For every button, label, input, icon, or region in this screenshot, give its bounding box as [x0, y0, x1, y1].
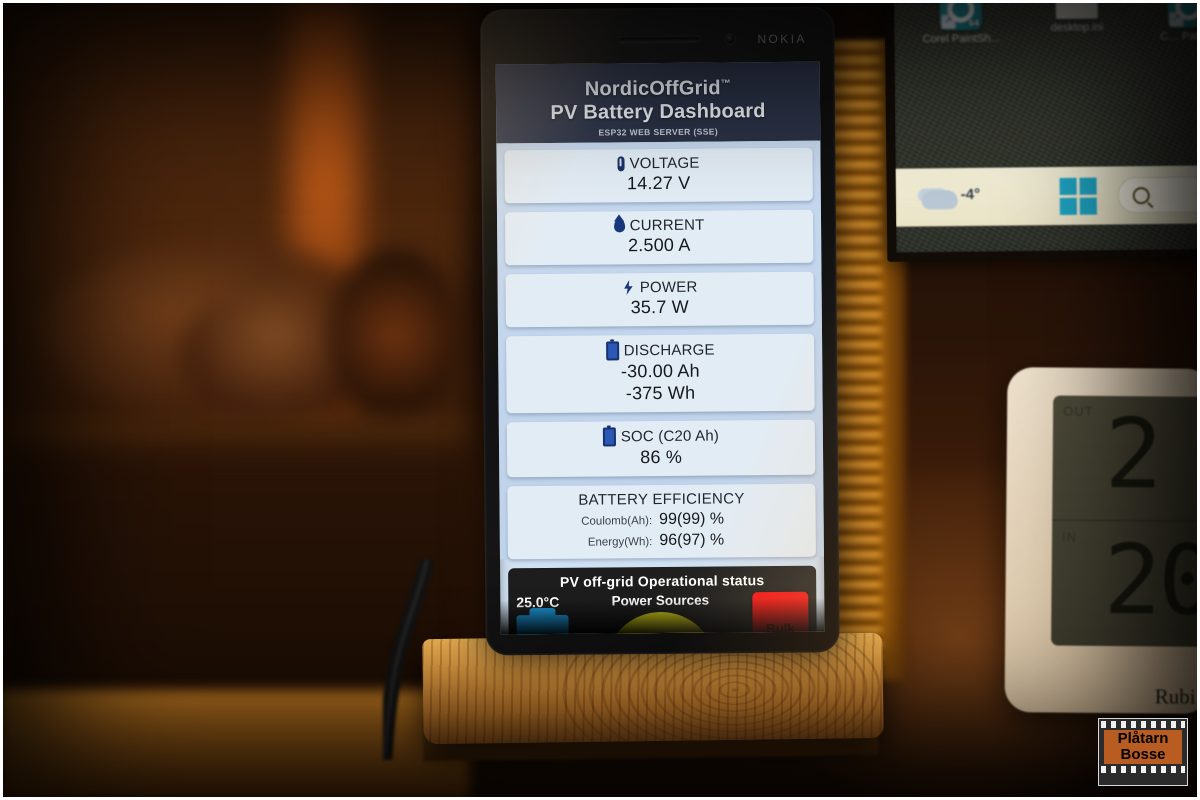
metric-card-voltage[interactable]: VOLTAGE 14.27 V [504, 147, 813, 204]
efficiency-title: BATTERY EFFICIENCY [578, 489, 745, 509]
corel-paintshop-icon: ↗ [1167, 0, 1200, 28]
watermark-line1: Plåtarn [1117, 730, 1169, 747]
thermometer-outdoor-row: OUT 2 [1052, 396, 1200, 521]
metric-label: CURRENT [629, 216, 705, 234]
metric-label: POWER [639, 278, 698, 296]
dashboard-body: VOLTAGE 14.27 V CURRENT 2.500 A POWER 35… [496, 140, 824, 560]
corel-paintshop-icon: ↗ 64 [939, 0, 982, 31]
metric-card-power[interactable]: POWER 35.7 W [505, 271, 814, 328]
desktop-icon-corel-paintshop[interactable]: ↗ 64 Corel PaintSh... [918, 0, 1005, 45]
shortcut-arrow-icon: ↗ [1168, 11, 1184, 27]
metric-card-title: CURRENT [513, 215, 805, 235]
battery-icon [605, 341, 619, 361]
metric-card-current[interactable]: CURRENT 2.500 A [504, 209, 814, 266]
trademark-symbol: ™ [720, 78, 731, 90]
metric-card-discharge[interactable]: DISCHARGE -30.00 Ah -375 Wh [506, 333, 815, 413]
efficiency-row-energy: Energy(Wh): 96(97) % [516, 530, 808, 551]
windows-logo-pane [1079, 197, 1097, 215]
screen-bottom-shadow [500, 597, 825, 635]
digital-thermometer: OUT 2 IN 20 Rubi [1004, 367, 1200, 714]
efficiency-label: Coulomb(Ah): [581, 514, 653, 528]
thermometer-in-label: IN [1061, 529, 1078, 545]
metric-label: DISCHARGE [623, 341, 715, 359]
taskbar-search-box[interactable] [1117, 175, 1200, 214]
windows-logo-icon[interactable] [1059, 177, 1097, 215]
windows-logo-pane [1059, 177, 1077, 195]
metric-value: -30.00 Ah [620, 360, 700, 381]
metric-card-title: SOC (C20 Ah) [515, 425, 807, 447]
metric-value: 14.27 V [626, 172, 691, 193]
metric-value: 86 % [640, 446, 683, 467]
thermometer-in-value: 20 [1103, 523, 1200, 637]
desktop-icon-corel-paintshop-2[interactable]: ↗ C… Paint… [1146, 0, 1200, 43]
metric-label: SOC (C20 Ah) [620, 427, 720, 446]
battery-efficiency-card[interactable]: BATTERY EFFICIENCY Coulomb(Ah): 99(99) %… [507, 483, 816, 559]
app-title-line1: NordicOffGrid™ [502, 72, 814, 102]
earpiece-speaker-icon [618, 35, 701, 44]
efficiency-row-coulomb: Coulomb(Ah): 99(99) % [516, 509, 808, 530]
app-title-line2: PV Battery Dashboard [550, 99, 766, 124]
background-round-object [330, 250, 460, 420]
nokia-phone: NOKIA NordicOffGrid™ PV Battery Dashboar… [480, 6, 840, 656]
metric-card-title: VOLTAGE [512, 153, 804, 173]
thermometer-icon [617, 155, 625, 172]
thermometer-indoor-row: IN 20 [1051, 522, 1200, 647]
thermometer-out-label: OUT [1063, 403, 1094, 419]
desktop-icon-label: C… Paint… [1159, 30, 1200, 43]
metric-value-secondary: -375 Wh [625, 382, 696, 403]
efficiency-label: Energy(Wh): [587, 535, 653, 549]
front-camera-icon [725, 34, 735, 44]
ini-file-icon [1055, 0, 1098, 20]
photo-scene: ↗ 64 Corel PaintSh... desktop.ini ↗ C… P… [0, 0, 1200, 800]
weather-temperature: -4° [960, 185, 981, 203]
phone-brand-label: NOKIA [757, 31, 807, 47]
watermark-line2: Bosse [1120, 746, 1166, 763]
windows-logo-pane [1059, 197, 1077, 215]
app-title-text: NordicOffGrid [584, 77, 721, 101]
thermometer-brand-label: Rubi [1154, 684, 1196, 709]
metric-card-title: DISCHARGE [514, 339, 806, 361]
metric-value: 2.500 A [627, 234, 691, 255]
water-drop-icon [613, 218, 625, 233]
cloud-icon [921, 189, 958, 209]
metric-value: 35.7 W [630, 296, 689, 317]
windows-taskbar[interactable]: -4° [895, 165, 1200, 227]
photographer-watermark: Plåtarn Bosse [1098, 718, 1188, 786]
windows-logo-pane [1079, 177, 1097, 195]
efficiency-value: 96(97) % [659, 531, 725, 549]
battery-icon [602, 427, 616, 447]
metric-card-title: POWER [514, 277, 806, 297]
desktop-icon-desktop-ini[interactable]: desktop.ini [1033, 0, 1120, 34]
dashboard-header: NordicOffGrid™ PV Battery Dashboard ESP3… [495, 61, 821, 144]
thermometer-lcd-display: OUT 2 IN 20 [1051, 395, 1200, 647]
lightning-bolt-icon [622, 280, 635, 295]
desktop-icon-label: Corel PaintSh... [922, 32, 1000, 46]
status-panel-title: PV off-grid Operational status [559, 571, 765, 590]
app-subtitle: ESP32 WEB SERVER (SSE) [598, 126, 719, 138]
background-monitor: ↗ 64 Corel PaintSh... desktop.ini ↗ C… P… [884, 0, 1200, 262]
metric-card-soc[interactable]: SOC (C20 Ah) 86 % [506, 419, 816, 477]
metric-label: VOLTAGE [629, 154, 700, 172]
film-strip-top [1101, 721, 1185, 728]
search-icon [1132, 186, 1150, 204]
watermark-text: Plåtarn Bosse [1104, 730, 1182, 764]
background-shelf [0, 420, 470, 460]
phone-screen[interactable]: NordicOffGrid™ PV Battery Dashboard ESP3… [495, 61, 825, 635]
efficiency-value: 99(99) % [659, 510, 725, 528]
desktop-icon-label: desktop.ini [1050, 21, 1104, 35]
thermometer-out-value: 2 [1104, 397, 1161, 511]
taskbar-weather-widget[interactable]: -4° [921, 185, 981, 209]
shortcut-arrow-icon: ↗ [940, 14, 956, 30]
film-strip-bottom [1101, 766, 1185, 773]
icon-badge-64: 64 [968, 17, 979, 28]
